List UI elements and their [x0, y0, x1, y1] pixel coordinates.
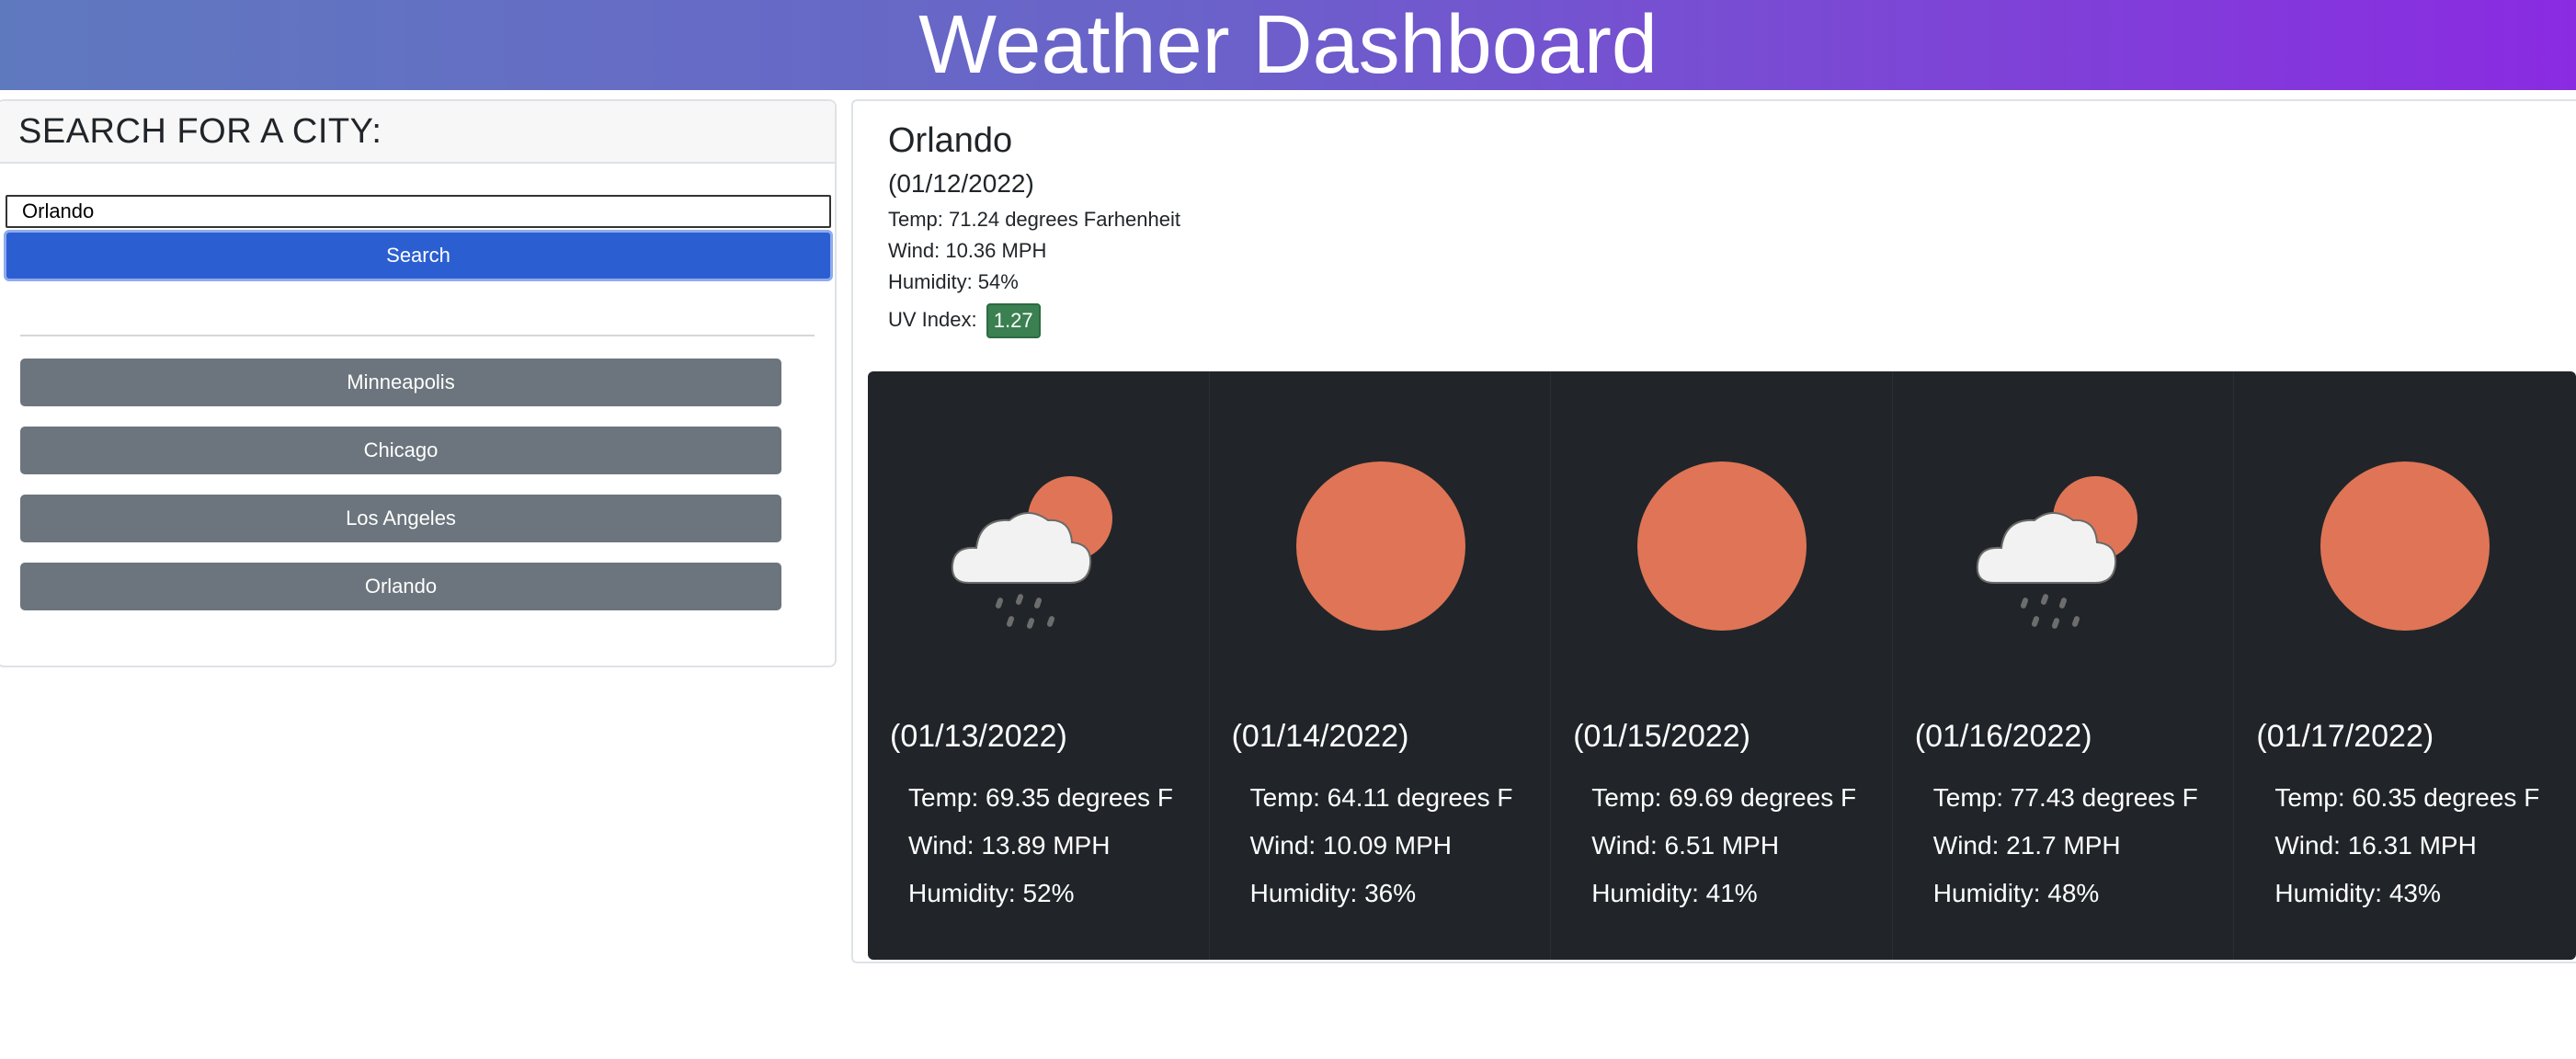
forecast-temp: Temp: 77.43 degrees F [1932, 783, 2198, 812]
forecast-humidity: Humidity: 48% [1932, 879, 2100, 907]
history-button-chicago[interactable]: Chicago [20, 427, 781, 474]
current-humidity: Humidity: 54% [888, 270, 1019, 293]
current-city-name: Orlando [888, 121, 1013, 160]
forecast-date: (01/14/2022) [1231, 719, 1409, 754]
forecast-date: (01/15/2022) [1573, 719, 1750, 754]
forecast-date: (01/13/2022) [890, 719, 1067, 754]
forecast-card: (01/13/2022) Temp: 69.35 degrees F Wind:… [868, 371, 1210, 960]
five-day-forecast: (01/13/2022) Temp: 69.35 degrees F Wind:… [868, 371, 2576, 960]
forecast-date: (01/17/2022) [2256, 719, 2434, 754]
forecast-humidity: Humidity: 43% [2274, 879, 2441, 907]
current-temp: Temp: 71.24 degrees Farhenheit [888, 208, 1180, 231]
forecast-temp: Temp: 60.35 degrees F [2274, 783, 2540, 812]
sun-icon [1637, 461, 1807, 631]
current-wind: Wind: 10.36 MPH [888, 239, 1047, 262]
page-title: Weather Dashboard [918, 0, 1658, 91]
forecast-wind: Wind: 16.31 MPH [2274, 831, 2477, 860]
forecast-temp: Temp: 64.11 degrees F [1249, 783, 1513, 812]
history-button-minneapolis[interactable]: Minneapolis [20, 359, 781, 406]
uv-index-badge: 1.27 [986, 303, 1041, 338]
current-uv-row: UV Index: 1.27 [888, 303, 1041, 338]
forecast-card: (01/17/2022) Temp: 60.35 degrees F Wind:… [2234, 371, 2576, 960]
forecast-date: (01/16/2022) [1914, 719, 2092, 754]
sun-icon [1295, 461, 1465, 631]
current-date: (01/12/2022) [888, 169, 1034, 198]
forecast-card: (01/14/2022) Temp: 64.11 degrees F Wind:… [1210, 371, 1552, 960]
search-history-list: Minneapolis Chicago Los Angeles Orlando [20, 359, 781, 631]
forecast-card: (01/16/2022) Temp: 77.43 degrees F Wind:… [1893, 371, 2235, 960]
sun-icon [2320, 461, 2491, 631]
divider [20, 335, 815, 336]
forecast-wind: Wind: 6.51 MPH [1591, 831, 1780, 860]
search-panel-header: SEARCH FOR A CITY: [0, 101, 835, 164]
uv-index-label: UV Index: [888, 307, 977, 331]
forecast-wind: Wind: 21.7 MPH [1932, 831, 2121, 860]
search-heading: SEARCH FOR A CITY: [18, 111, 382, 151]
forecast-humidity: Humidity: 36% [1249, 879, 1417, 907]
page-header: Weather Dashboard [0, 0, 2576, 90]
forecast-temp: Temp: 69.69 degrees F [1591, 783, 1857, 812]
forecast-wind: Wind: 13.89 MPH [908, 831, 1111, 860]
forecast-humidity: Humidity: 41% [1591, 879, 1758, 907]
forecast-humidity: Humidity: 52% [908, 879, 1075, 907]
forecast-temp: Temp: 69.35 degrees F [908, 783, 1173, 812]
history-button-orlando[interactable]: Orlando [20, 563, 781, 610]
search-button[interactable]: Search [4, 230, 833, 281]
history-button-los-angeles[interactable]: Los Angeles [20, 495, 781, 542]
forecast-card: (01/15/2022) Temp: 69.69 degrees F Wind:… [1551, 371, 1893, 960]
rain-cloud-sun-icon [951, 476, 1112, 629]
rain-cloud-sun-icon [1976, 476, 2137, 629]
forecast-wind: Wind: 10.09 MPH [1249, 831, 1453, 860]
search-panel: SEARCH FOR A CITY: Search Minneapolis Ch… [0, 99, 837, 667]
city-search-input[interactable] [6, 195, 831, 228]
